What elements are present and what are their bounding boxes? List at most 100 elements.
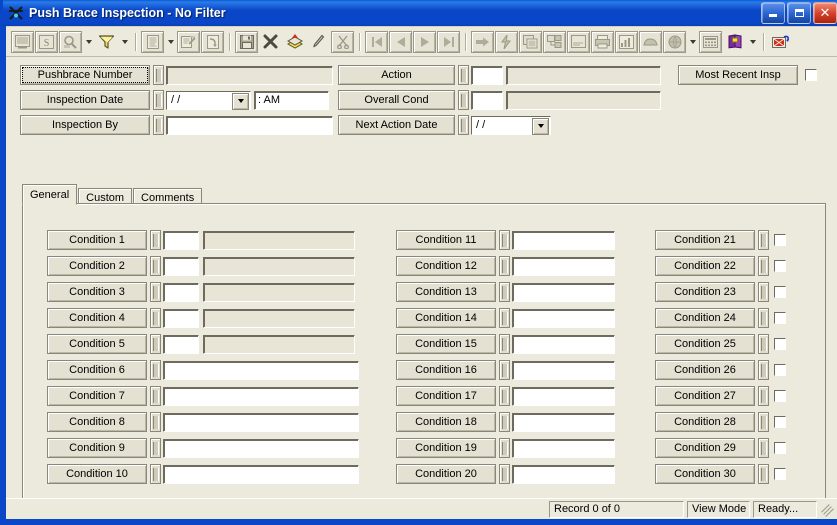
condition-7-label-button[interactable]: Condition 7 — [47, 386, 147, 406]
condition-28-lookup-button[interactable] — [758, 412, 769, 432]
condition-10-input[interactable] — [163, 464, 359, 484]
action-label-button[interactable]: Action — [338, 65, 455, 85]
map-icon[interactable] — [639, 30, 662, 53]
condition-15-lookup-button[interactable] — [499, 334, 510, 354]
notes-icon[interactable] — [567, 30, 590, 53]
chart-icon[interactable] — [615, 30, 638, 53]
new-record-icon[interactable] — [283, 30, 306, 53]
condition-12-lookup-button[interactable] — [499, 256, 510, 276]
globe-dropdown-arrow[interactable] — [687, 31, 698, 53]
condition-25-checkbox[interactable] — [774, 338, 786, 350]
first-record-icon[interactable] — [365, 30, 388, 53]
pushbrace-number-label-button[interactable]: Pushbrace Number — [20, 65, 150, 85]
condition-13-lookup-button[interactable] — [499, 282, 510, 302]
condition-24-checkbox[interactable] — [774, 312, 786, 324]
condition-13-label-button[interactable]: Condition 13 — [396, 282, 496, 302]
most-recent-insp-checkbox[interactable] — [805, 69, 817, 81]
inspection-time-input[interactable]: : AM — [254, 90, 329, 110]
previous-record-icon[interactable] — [389, 30, 412, 53]
find-dropdown-arrow[interactable] — [83, 31, 94, 53]
action-code-input[interactable] — [471, 65, 503, 85]
condition-23-lookup-button[interactable] — [758, 282, 769, 302]
condition-3-label-button[interactable]: Condition 3 — [47, 282, 147, 302]
condition-26-checkbox[interactable] — [774, 364, 786, 376]
condition-27-label-button[interactable]: Condition 27 — [655, 386, 755, 406]
condition-21-checkbox[interactable] — [774, 234, 786, 246]
minimize-button[interactable] — [761, 2, 785, 24]
condition-27-checkbox[interactable] — [774, 390, 786, 402]
resize-grip[interactable] — [820, 502, 834, 516]
inspection-by-label-button[interactable]: Inspection By — [20, 115, 150, 135]
condition-2-lookup-button[interactable] — [150, 256, 161, 276]
condition-28-label-button[interactable]: Condition 28 — [655, 412, 755, 432]
tab-general[interactable]: General — [22, 184, 78, 205]
pushbrace-number-input[interactable] — [166, 65, 333, 85]
condition-14-label-button[interactable]: Condition 14 — [396, 308, 496, 328]
condition-12-input[interactable] — [512, 256, 615, 276]
find-icon[interactable] — [59, 30, 82, 53]
condition-26-lookup-button[interactable] — [758, 360, 769, 380]
condition-1-lookup-button[interactable] — [150, 230, 161, 250]
condition-25-lookup-button[interactable] — [758, 334, 769, 354]
globe-icon[interactable] — [663, 30, 686, 53]
condition-29-checkbox[interactable] — [774, 442, 786, 454]
condition-13-input[interactable] — [512, 282, 615, 302]
condition-3-lookup-button[interactable] — [150, 282, 161, 302]
condition-19-input[interactable] — [512, 438, 615, 458]
cut-scissors-icon[interactable] — [331, 30, 354, 53]
photos-icon[interactable] — [519, 30, 542, 53]
condition-22-label-button[interactable]: Condition 22 — [655, 256, 755, 276]
inspection-date-dropdown-arrow[interactable] — [232, 92, 249, 110]
edit-pencil-icon[interactable] — [307, 30, 330, 53]
most-recent-insp-label-button[interactable]: Most Recent Insp — [678, 65, 798, 85]
next-action-date-dropdown-arrow[interactable] — [532, 117, 549, 135]
condition-8-input[interactable] — [163, 412, 359, 432]
condition-20-lookup-button[interactable] — [499, 464, 510, 484]
condition-20-input[interactable] — [512, 464, 615, 484]
overall-cond-label-button[interactable]: Overall Cond — [338, 90, 455, 110]
overall-cond-code-input[interactable] — [471, 90, 503, 110]
condition-5-lookup-button[interactable] — [150, 334, 161, 354]
condition-17-label-button[interactable]: Condition 17 — [396, 386, 496, 406]
condition-10-lookup-button[interactable] — [150, 464, 161, 484]
condition-26-label-button[interactable]: Condition 26 — [655, 360, 755, 380]
filter-dropdown-arrow[interactable] — [119, 31, 130, 53]
condition-5-code-input[interactable] — [163, 334, 199, 354]
inspection-by-lookup-button[interactable] — [153, 115, 164, 135]
condition-18-label-button[interactable]: Condition 18 — [396, 412, 496, 432]
condition-4-lookup-button[interactable] — [150, 308, 161, 328]
condition-18-lookup-button[interactable] — [499, 412, 510, 432]
next-action-date-input[interactable]: / / — [471, 115, 551, 135]
inspection-date-lookup-button[interactable] — [153, 90, 164, 110]
condition-17-lookup-button[interactable] — [499, 386, 510, 406]
title-bar[interactable]: Push Brace Inspection - No Filter ✕ — [3, 0, 837, 26]
condition-3-code-input[interactable] — [163, 282, 199, 302]
condition-14-input[interactable] — [512, 308, 615, 328]
export-icon[interactable] — [201, 30, 224, 53]
condition-19-label-button[interactable]: Condition 19 — [396, 438, 496, 458]
sort-records-icon[interactable]: S — [35, 30, 58, 53]
condition-11-lookup-button[interactable] — [499, 230, 510, 250]
action-lookup-button[interactable] — [458, 65, 469, 85]
condition-2-label-button[interactable]: Condition 2 — [47, 256, 147, 276]
condition-24-lookup-button[interactable] — [758, 308, 769, 328]
help-book-icon[interactable] — [723, 30, 746, 53]
condition-18-input[interactable] — [512, 412, 615, 432]
condition-21-lookup-button[interactable] — [758, 230, 769, 250]
exit-icon[interactable] — [769, 30, 792, 53]
design-view-icon[interactable] — [11, 30, 34, 53]
condition-16-lookup-button[interactable] — [499, 360, 510, 380]
condition-23-label-button[interactable]: Condition 23 — [655, 282, 755, 302]
condition-9-label-button[interactable]: Condition 9 — [47, 438, 147, 458]
report-icon[interactable] — [141, 30, 164, 53]
calculator-icon[interactable] — [699, 30, 722, 53]
condition-1-code-input[interactable] — [163, 230, 199, 250]
condition-30-label-button[interactable]: Condition 30 — [655, 464, 755, 484]
condition-24-label-button[interactable]: Condition 24 — [655, 308, 755, 328]
pushbrace-number-lookup-button[interactable] — [153, 65, 164, 85]
print-icon[interactable] — [591, 30, 614, 53]
condition-11-input[interactable] — [512, 230, 615, 250]
next-action-date-label-button[interactable]: Next Action Date — [338, 115, 455, 135]
condition-19-lookup-button[interactable] — [499, 438, 510, 458]
inspection-by-input[interactable] — [166, 115, 333, 135]
